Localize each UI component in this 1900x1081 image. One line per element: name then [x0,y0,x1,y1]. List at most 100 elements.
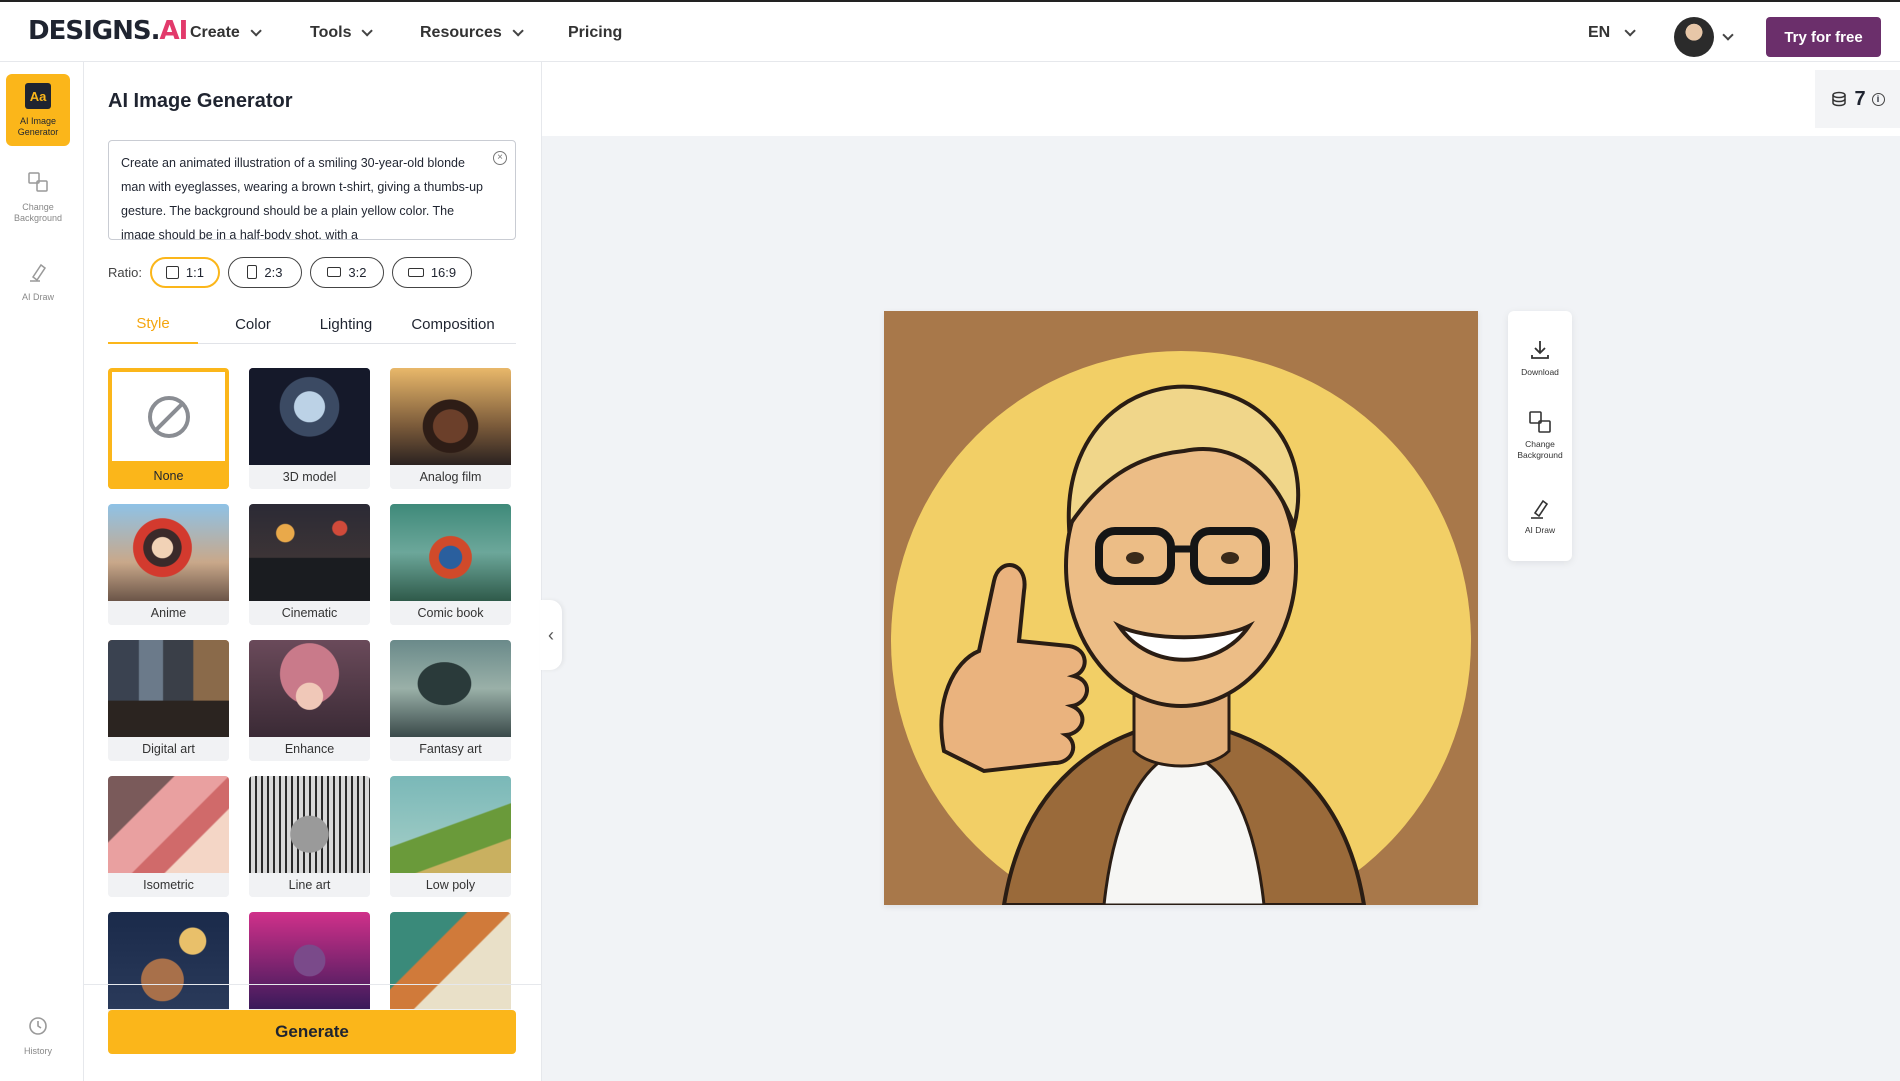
widescreen-icon [407,267,424,277]
download-label: Download [1521,367,1559,377]
portrait-illustration [884,311,1478,905]
generated-image[interactable] [884,311,1478,905]
style-card-analog-film[interactable]: Analog film [390,368,511,489]
rail-item-change-background[interactable]: Change Background [6,168,70,228]
nav-resources[interactable]: Resources [420,2,524,64]
tab-lighting[interactable]: Lighting [304,304,388,344]
nav-tools[interactable]: Tools [310,2,374,64]
logo-ai: AI [159,16,188,46]
prompt-text: Create an animated illustration of a smi… [121,156,483,240]
prompt-textarea[interactable]: Create an animated illustration of a smi… [108,140,516,240]
info-icon[interactable]: i [1871,92,1885,106]
change-background-button[interactable]: Change Background [1508,409,1572,461]
canvas-header [542,62,1900,136]
style-thumb [390,368,511,465]
style-label: Enhance [249,737,370,761]
rail-item-ai-draw[interactable]: AI Draw [6,258,70,308]
ratio-label-3-2: 3:2 [348,264,367,280]
ratio-selector: Ratio: 1:1 2:3 3:2 16:9 [108,256,472,288]
rail-item-label: AI Draw [21,292,54,302]
style-thumb [390,640,511,737]
avatar[interactable] [1674,17,1714,57]
top-bar: DESIGNS.AI Create Tools Resources Pricin… [0,0,1900,62]
image-actions-toolbar: Download Change Background AI Draw [1508,311,1572,561]
style-thumb [390,504,511,601]
style-label: Fantasy art [390,737,511,761]
tab-composition[interactable]: Composition [398,304,508,344]
panel-title: AI Image Generator [108,90,293,112]
credits-counter[interactable]: 7 i [1815,70,1900,128]
change-background-label: Change Background [1517,439,1563,460]
style-thumb [112,372,225,461]
left-panel: AI Image Generator Create an animated il… [84,62,542,1081]
style-card-isometric[interactable]: Isometric [108,776,229,897]
style-label: Low poly [390,873,511,897]
style-card-low-poly[interactable]: Low poly [390,776,511,897]
style-card-anime[interactable]: Anime [108,504,229,625]
style-thumb [249,912,370,1009]
style-card-cinematic[interactable]: Cinematic [249,504,370,625]
tab-color[interactable]: Color [218,304,288,344]
style-thumb [108,776,229,873]
nav-pricing[interactable]: Pricing [568,2,622,64]
ai-draw-button[interactable]: AI Draw [1508,495,1572,536]
clear-icon[interactable]: × [493,151,507,165]
ratio-1-1-button[interactable]: 1:1 [149,256,220,288]
divider [84,984,542,985]
aa-icon: Aa [24,82,52,110]
left-rail: Aa AI Image Generator Change Background … [0,62,84,1081]
style-label: Digital art [108,737,229,761]
style-thumb [249,368,370,465]
language-selector[interactable]: EN [1588,2,1637,64]
ratio-3-2-button[interactable]: 3:2 [309,256,384,288]
style-card-comic-book[interactable]: Comic book [390,504,511,625]
style-card-enhance[interactable]: Enhance [249,640,370,761]
language-label: EN [1588,24,1611,41]
rail-item-label: AI Image Generator [17,116,59,137]
generate-button[interactable]: Generate [108,1010,516,1054]
style-card-line-art[interactable]: Line art [249,776,370,897]
style-card-3d-model[interactable]: 3D model [249,368,370,489]
credits-value: 7 [1854,87,1866,110]
style-thumb [108,912,229,1009]
rail-item-ai-image-generator[interactable]: Aa AI Image Generator [6,74,70,146]
style-card-fantasy-art[interactable]: Fantasy art [390,640,511,761]
download-button[interactable]: Download [1508,337,1572,378]
style-label: None [108,462,229,489]
style-label: Anime [108,601,229,625]
ratio-label: Ratio: [108,264,142,280]
style-label: Line art [249,873,370,897]
nav-pricing-label: Pricing [568,24,623,41]
logo-text: DESIGNS. [28,16,160,46]
ratio-16-9-button[interactable]: 16:9 [391,256,472,288]
chevron-down-icon [361,25,374,37]
ratio-2-3-button[interactable]: 2:3 [227,256,302,288]
landscape-icon [327,267,342,277]
try-for-free-button[interactable]: Try for free [1766,17,1881,57]
chevron-down-icon[interactable] [1722,29,1734,41]
draw-icon [1527,495,1553,521]
style-thumb [108,640,229,737]
tab-style[interactable]: Style [108,304,198,344]
nav-create[interactable]: Create [190,2,262,64]
style-label: Isometric [108,873,229,897]
rail-item-history[interactable]: History [6,1012,70,1062]
style-label: 3D model [249,465,370,489]
ratio-label-2-3: 2:3 [264,264,283,280]
ratio-label-1-1: 1:1 [185,264,204,280]
style-thumb [249,776,370,873]
change-background-icon [1527,409,1553,435]
square-icon [165,265,179,279]
draw-icon [24,258,52,286]
chevron-down-icon [250,25,262,37]
style-grid: None 3D model Analog film Anime Cinemati… [108,368,518,1046]
style-card-none[interactable]: None [108,368,229,489]
logo[interactable]: DESIGNS.AI [28,16,188,46]
style-label: Comic book [390,601,511,625]
coins-icon [1832,91,1847,107]
style-card-digital-art[interactable]: Digital art [108,640,229,761]
style-thumb [249,640,370,737]
collapse-panel-button[interactable]: ‹ [540,600,562,670]
download-icon [1527,337,1553,363]
chevron-down-icon [1624,25,1637,37]
